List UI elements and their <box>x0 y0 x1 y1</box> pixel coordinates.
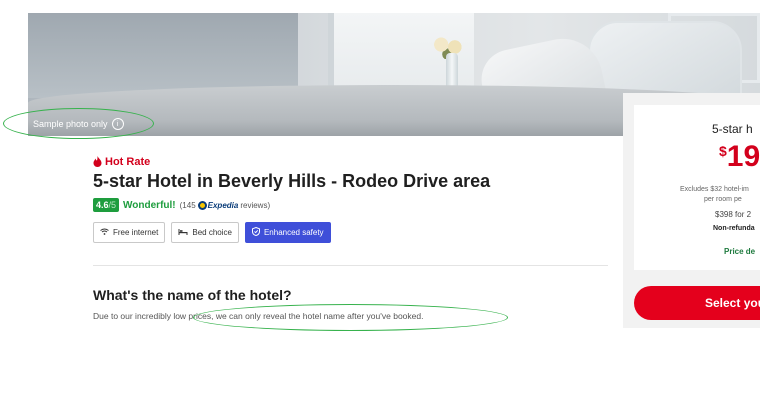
select-room-button[interactable]: Select you <box>634 286 760 320</box>
hotel-title: 5-star Hotel in Beverly Hills - Rodeo Dr… <box>93 171 491 191</box>
amenity-label: Free internet <box>113 228 159 237</box>
total-price: $398 for 2 <box>715 210 752 219</box>
rating-score: 4.6 <box>96 200 109 210</box>
rating-row: 4.6/5 Wonderful! (145 Expedia reviews) <box>93 198 608 212</box>
hot-rate-label: Hot Rate <box>105 155 151 168</box>
expedia-logo: Expedia <box>197 200 239 210</box>
rating-label: Wonderful! <box>123 199 176 211</box>
reviews-prefix: (145 <box>179 200 196 210</box>
amenity-free-internet[interactable]: Free internet <box>93 222 166 243</box>
hotel-name-explanation: Due to our incredibly low prices, we can… <box>93 311 424 321</box>
per-room-note: per room pe <box>704 196 742 203</box>
price-details-link[interactable]: Price de <box>724 247 755 256</box>
bed-icon <box>178 228 188 237</box>
price-amount: 19 <box>726 140 760 173</box>
amenity-enhanced-safety[interactable]: Enhanced safety <box>244 222 331 243</box>
fees-note: Excludes $32 hotel-im <box>680 186 749 193</box>
hot-rate-badge: Hot Rate <box>93 155 608 168</box>
listing-details: Hot Rate 5-star Hotel in Beverly Hills -… <box>93 155 608 243</box>
shield-icon <box>251 226 260 238</box>
price-currency: $ <box>719 143 727 159</box>
expedia-name: Expedia <box>207 200 239 210</box>
review-count: (145 Expedia reviews) <box>179 200 271 210</box>
expedia-globe-icon <box>197 200 207 210</box>
info-circle-icon[interactable]: i <box>111 118 124 130</box>
amenity-label: Enhanced safety <box>263 228 324 237</box>
flame-icon <box>93 156 102 167</box>
section-divider <box>93 265 608 266</box>
sample-photo-label: Sample photo only i <box>33 118 124 130</box>
price-panel-title: 5-star h <box>712 122 753 136</box>
photo-wall <box>28 13 298 98</box>
reviews-suffix: reviews) <box>240 200 271 210</box>
wifi-icon <box>100 228 109 237</box>
amenity-bed-choice[interactable]: Bed choice <box>171 222 239 243</box>
amenity-chips: Free internet Bed choice Enhanced safety <box>93 222 608 243</box>
nightly-price: $19 <box>719 140 760 174</box>
amenity-label: Bed choice <box>192 228 232 237</box>
hotel-name-heading: What's the name of the hotel? <box>93 287 292 303</box>
sample-photo-text: Sample photo only <box>33 119 108 129</box>
rating-score-badge: 4.6/5 <box>93 198 120 212</box>
refund-policy: Non-refunda <box>713 225 755 232</box>
rating-out-of: /5 <box>108 200 117 210</box>
